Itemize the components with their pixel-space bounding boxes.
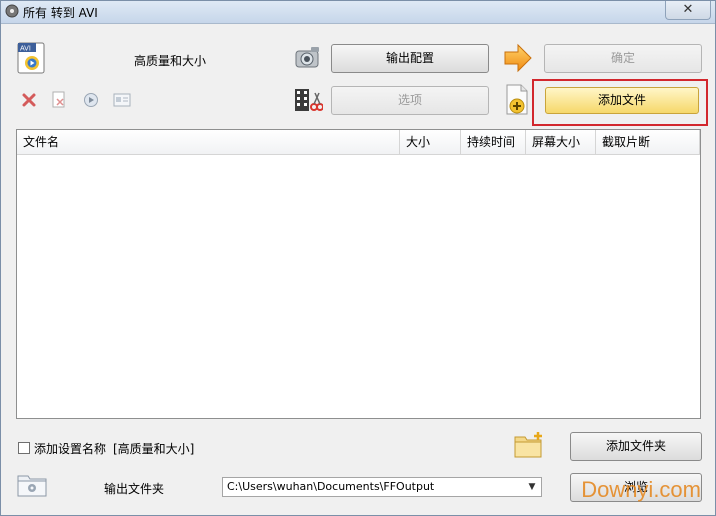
file-list-header: 文件名 大小 持续时间 屏幕大小 截取片断 — [17, 130, 700, 155]
append-setting-label: 添加设置名称 — [34, 442, 107, 456]
column-header-duration[interactable]: 持续时间 — [461, 130, 526, 154]
avi-file-icon: AVI — [17, 42, 45, 74]
folder-add-icon — [514, 432, 542, 458]
column-header-size[interactable]: 大小 — [400, 130, 461, 154]
append-setting-value: [高质量和大小] — [113, 442, 195, 456]
app-icon — [5, 4, 19, 18]
column-header-screen-size[interactable]: 屏幕大小 — [526, 130, 596, 154]
svg-text:AVI: AVI — [20, 46, 31, 53]
camera-settings-icon — [295, 47, 319, 68]
profile-label: 高质量和大小 — [134, 54, 207, 68]
watermark: Downyi.com — [581, 477, 701, 502]
append-setting-checkbox[interactable] — [18, 442, 30, 454]
confirm-button[interactable]: 确定 — [544, 44, 702, 73]
options-button[interactable]: 选项 — [331, 86, 489, 115]
close-button[interactable]: ✕ — [665, 1, 711, 20]
clear-list-icon[interactable] — [51, 91, 67, 109]
output-folder-path: C:\Users\wuhan\Documents\FFOutput — [227, 480, 435, 493]
column-header-clip[interactable]: 截取片断 — [596, 130, 700, 154]
info-icon[interactable] — [113, 93, 131, 107]
close-icon: ✕ — [682, 2, 694, 17]
output-folder-select[interactable]: C:\Users\wuhan\Documents\FFOutput ▼ — [222, 477, 542, 497]
arrow-right-icon — [504, 43, 532, 73]
add-folder-button[interactable]: 添加文件夹 — [570, 432, 702, 461]
highlight-box — [532, 79, 708, 126]
film-scissors-icon — [295, 89, 323, 111]
folder-icon — [17, 475, 47, 497]
column-header-filename[interactable]: 文件名 — [17, 130, 400, 154]
add-file-icon — [506, 84, 528, 115]
play-icon[interactable] — [83, 92, 99, 108]
output-config-button[interactable]: 输出配置 — [331, 44, 489, 73]
window-title: 所有 转到 AVI — [23, 6, 98, 20]
title-bar: 所有 转到 AVI ✕ — [1, 1, 715, 24]
output-folder-label: 输出文件夹 — [104, 482, 165, 496]
remove-icon[interactable] — [21, 92, 37, 108]
app-window: 所有 转到 AVI ✕ AVI 高质量和大小 输出配置 确定 选项 添加文件 文… — [0, 0, 716, 516]
chevron-down-icon[interactable]: ▼ — [525, 479, 539, 495]
file-list[interactable]: 文件名 大小 持续时间 屏幕大小 截取片断 — [16, 129, 701, 419]
